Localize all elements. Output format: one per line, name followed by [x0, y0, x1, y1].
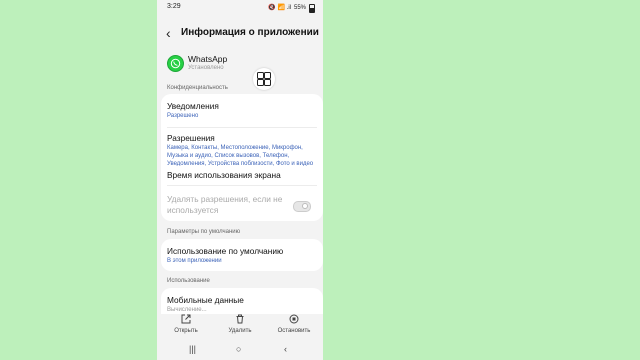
- mobile-data-status: Вычисление...: [167, 307, 207, 313]
- stop-icon: [269, 314, 319, 326]
- delete-label: Удалить: [228, 328, 252, 334]
- notifications-title: Уведомления: [167, 101, 219, 111]
- stop-label: Остановить: [277, 328, 311, 334]
- section-privacy: Конфиденциальность: [167, 85, 228, 91]
- open-external-icon: [161, 314, 211, 326]
- recent-apps-icon[interactable]: |||: [189, 344, 196, 354]
- permissions-title: Разрешения: [167, 133, 215, 143]
- divider: [167, 127, 317, 128]
- status-bar: 3:29 🔇 📶 .il 55%: [157, 0, 323, 14]
- permissions-list: Камера, Контакты, Местоположение, Микроф…: [167, 145, 314, 166]
- delete-button[interactable]: Удалить: [215, 314, 265, 334]
- privacy-card: Уведомления Разрешено Разрешения Камера,…: [161, 94, 323, 221]
- app-bar: ‹ Информация о приложении: [157, 24, 323, 44]
- default-usage-row[interactable]: Использование по умолчанию В этом прилож…: [167, 246, 315, 265]
- screen-time-row[interactable]: Время использования экрана: [167, 170, 315, 180]
- home-icon[interactable]: ○: [236, 344, 241, 354]
- whatsapp-icon: [167, 55, 184, 72]
- remove-permissions-title: Удалять разрешения, если не используется: [167, 194, 283, 215]
- notifications-row[interactable]: Уведомления Разрешено: [167, 101, 315, 120]
- notifications-status: Разрешено: [167, 113, 199, 119]
- open-label: Открыть: [174, 328, 198, 334]
- default-usage-title: Использование по умолчанию: [167, 246, 284, 256]
- battery-icon: [309, 4, 315, 13]
- remove-permissions-toggle[interactable]: [293, 201, 311, 212]
- status-time: 3:29: [167, 3, 181, 10]
- app-header: WhatsApp Установлено: [167, 54, 317, 76]
- status-icons: 🔇 📶 .il 55%: [268, 3, 315, 13]
- app-name: WhatsApp: [188, 54, 228, 64]
- default-usage-status: В этом приложении: [167, 258, 222, 264]
- phone-screen: 3:29 🔇 📶 .il 55% ‹ Информация о приложен…: [157, 0, 323, 360]
- defaults-card: Использование по умолчанию В этом прилож…: [161, 239, 323, 271]
- section-usage: Использование: [167, 278, 210, 284]
- trash-icon: [215, 314, 265, 326]
- permissions-row[interactable]: Разрешения Камера, Контакты, Местоположе…: [167, 133, 315, 166]
- open-button[interactable]: Открыть: [161, 314, 211, 334]
- battery-percent: 55%: [293, 4, 306, 11]
- mobile-data-row[interactable]: Мобильные данные Вычисление...: [167, 295, 315, 313]
- status-right-icons: 🔇 📶 .il: [268, 5, 291, 11]
- bottom-action-bar: Открыть Удалить Остановить: [157, 314, 323, 340]
- system-nav-bar: ||| ○ ‹: [157, 342, 323, 360]
- mobile-data-title: Мобильные данные: [167, 295, 244, 305]
- page-title: Информация о приложении: [181, 27, 319, 38]
- stop-button[interactable]: Остановить: [269, 314, 319, 334]
- grid-icon[interactable]: [253, 68, 275, 90]
- app-install-status: Установлено: [188, 65, 224, 71]
- section-defaults: Параметры по умолчанию: [167, 229, 241, 235]
- back-arrow-icon[interactable]: ‹: [166, 24, 171, 42]
- screen-time-title: Время использования экрана: [167, 170, 281, 180]
- remove-permissions-row[interactable]: Удалять разрешения, если не используется: [167, 194, 287, 216]
- nav-back-icon[interactable]: ‹: [284, 344, 287, 354]
- divider: [167, 185, 317, 186]
